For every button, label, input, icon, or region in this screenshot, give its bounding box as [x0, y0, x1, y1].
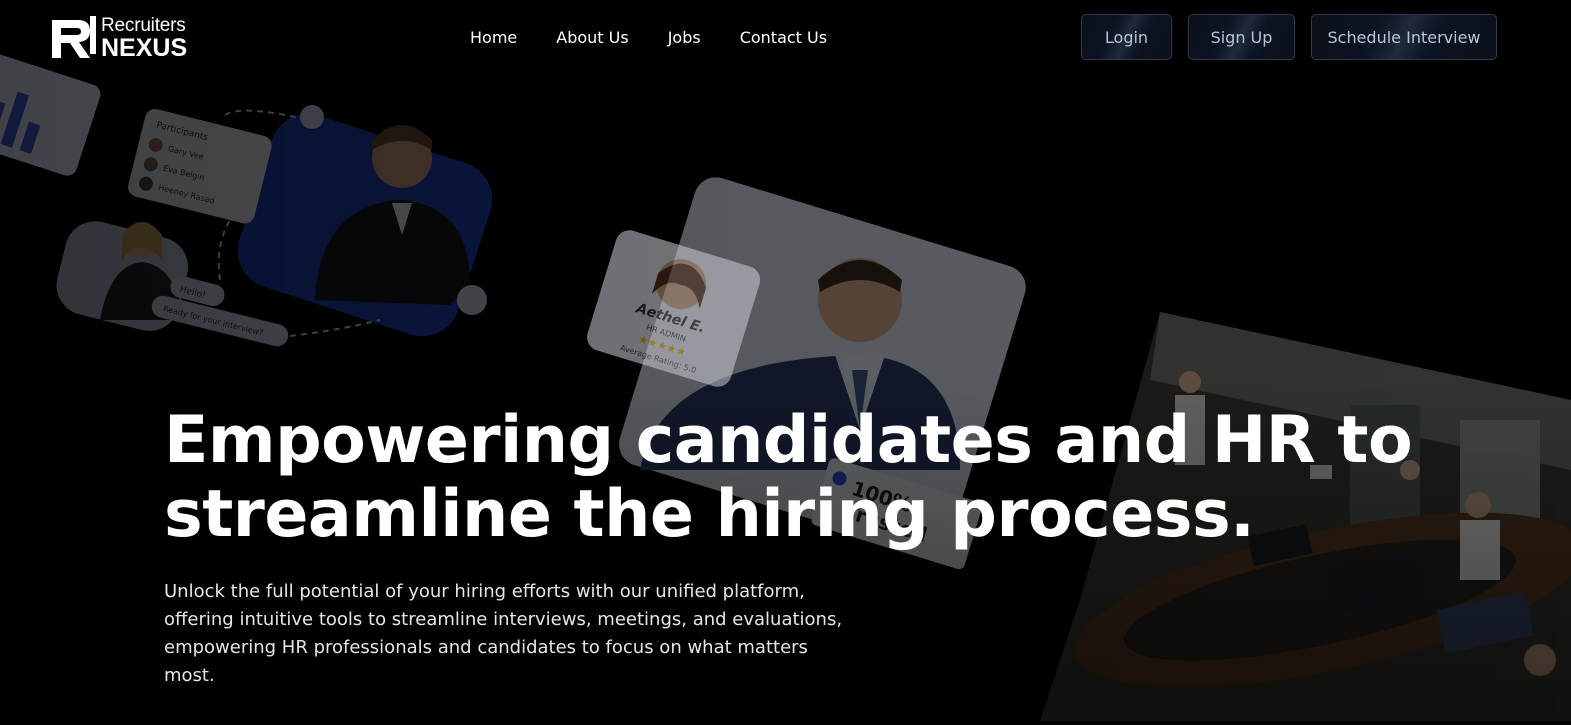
rn-monogram-icon [52, 16, 96, 58]
login-button[interactable]: Login [1081, 14, 1172, 60]
nav-home[interactable]: Home [470, 28, 517, 47]
brand-name-bottom: NEXUS [101, 33, 188, 62]
main-nav: Home About Us Jobs Contact Us [470, 28, 866, 47]
hero-title-line2: streamline the hiring process. [164, 477, 1255, 552]
nav-contact-us[interactable]: Contact Us [740, 28, 827, 47]
brand-logo[interactable]: Recruiters NEXUS [50, 14, 187, 62]
nav-about-us[interactable]: About Us [556, 28, 628, 47]
hero-subtitle: Unlock the full potential of your hiring… [164, 581, 843, 686]
schedule-interview-button[interactable]: Schedule Interview [1311, 14, 1497, 60]
signup-button[interactable]: Sign Up [1188, 14, 1295, 60]
nav-jobs[interactable]: Jobs [668, 28, 701, 47]
hero-title-line1: Empowering candidates and HR to [164, 403, 1413, 478]
hero-title: Empowering candidates and HR to streamli… [164, 404, 1464, 552]
brand-name-top: Recruiters [101, 14, 186, 36]
